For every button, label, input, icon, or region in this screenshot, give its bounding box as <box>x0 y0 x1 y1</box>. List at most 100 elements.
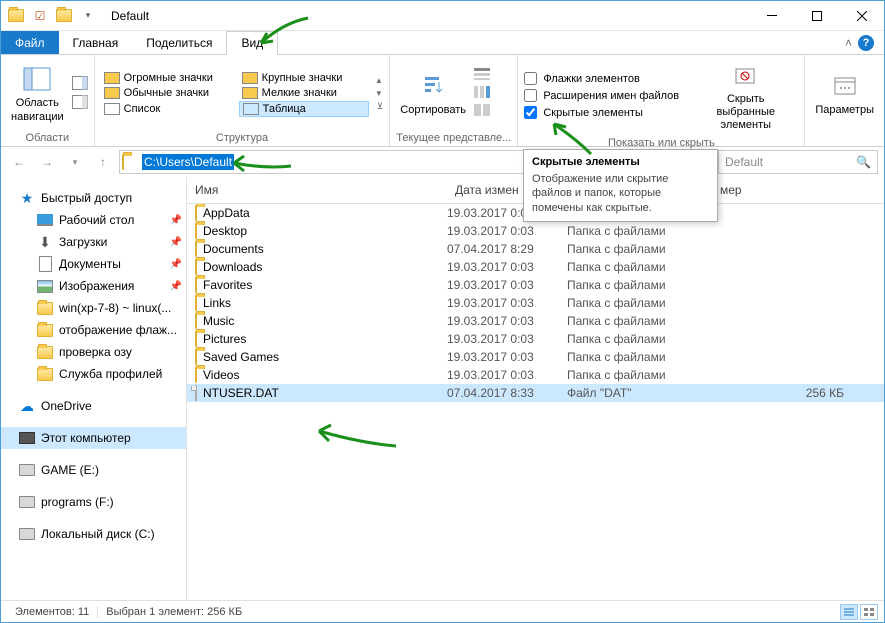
group-by-icon[interactable] <box>474 68 490 83</box>
layout-normal-icons[interactable]: Обычные значки <box>101 86 231 100</box>
tab-home[interactable]: Главная <box>59 31 133 54</box>
file-row[interactable]: Documents07.04.2017 8:29Папка с файлами <box>187 240 884 258</box>
file-type: Папка с файлами <box>567 242 712 256</box>
sidebar-drive-local[interactable]: Локальный диск (C:) <box>1 523 186 545</box>
file-row[interactable]: Saved Games19.03.2017 0:03Папка с файлам… <box>187 348 884 366</box>
drive-icon <box>19 494 35 510</box>
close-button[interactable] <box>839 1 884 31</box>
sidebar-desktop[interactable]: Рабочий стол📌 <box>1 209 186 231</box>
drive-icon <box>19 526 35 542</box>
file-row[interactable]: Links19.03.2017 0:03Папка с файлами <box>187 294 884 312</box>
ribbon-group-current-view: Сортировать Текущее представле... <box>390 55 518 146</box>
folder-icon <box>195 314 197 328</box>
folder-icon <box>37 366 53 382</box>
checkbox-extensions[interactable] <box>524 89 537 102</box>
sidebar-folder-ram[interactable]: проверка озу <box>1 341 186 363</box>
tab-file[interactable]: Файл <box>1 31 59 54</box>
navigation-pane-button[interactable]: Область навигации <box>7 61 68 125</box>
view-details-icon[interactable] <box>840 604 858 620</box>
titlebar: ☑ ▾ Default <box>1 1 884 31</box>
back-button[interactable]: ← <box>7 150 31 174</box>
options-button[interactable]: Параметры <box>811 68 878 119</box>
minimize-button[interactable] <box>749 1 794 31</box>
hide-selected-label: Скрыть выбранные элементы <box>697 93 794 133</box>
folder-icon <box>195 368 197 382</box>
search-placeholder: Default <box>725 155 856 169</box>
sidebar-drive-game[interactable]: GAME (E:) <box>1 459 186 481</box>
file-name: Desktop <box>203 224 247 238</box>
file-date: 19.03.2017 0:03 <box>447 314 567 328</box>
file-name: Downloads <box>203 260 262 274</box>
layout-scroll-down-icon[interactable]: ▾ <box>377 88 384 99</box>
sort-button[interactable]: Сортировать <box>396 68 470 119</box>
folder-icon <box>37 322 53 338</box>
add-columns-icon[interactable] <box>474 86 490 101</box>
sidebar-downloads[interactable]: ⬇Загрузки📌 <box>1 231 186 253</box>
status-item-count: Элементов: 11 <box>7 606 98 618</box>
download-icon: ⬇ <box>37 234 53 250</box>
file-row[interactable]: Downloads19.03.2017 0:03Папка с файлами <box>187 258 884 276</box>
file-name: Music <box>203 314 234 328</box>
details-pane-icon[interactable] <box>72 95 88 112</box>
checkbox-hidden[interactable] <box>524 106 537 119</box>
sidebar-folder-flags[interactable]: отображение флаж... <box>1 319 186 341</box>
search-input[interactable]: Default 🔍 <box>718 150 878 174</box>
column-name[interactable]: Имя <box>187 177 447 203</box>
pin-icon: 📌 <box>170 259 182 270</box>
document-icon <box>37 256 53 272</box>
checkbox-flags[interactable] <box>524 72 537 85</box>
layout-small-icons[interactable]: Мелкие значки <box>239 86 369 100</box>
main-area: ★Быстрый доступ Рабочий стол📌 ⬇Загрузки📌… <box>1 177 884 600</box>
file-list[interactable]: AppData19.03.2017 0:03Папка с файламиDes… <box>187 204 884 600</box>
file-row[interactable]: Favorites19.03.2017 0:03Папка с файлами <box>187 276 884 294</box>
help-icon[interactable]: ? <box>858 35 874 51</box>
sidebar-quick-access[interactable]: ★Быстрый доступ <box>1 187 186 209</box>
folder-icon <box>122 155 138 169</box>
hide-selected-button[interactable]: Скрыть выбранные элементы <box>693 57 798 135</box>
file-type: Папка с файлами <box>567 296 712 310</box>
maximize-button[interactable] <box>794 1 839 31</box>
size-columns-icon[interactable] <box>474 104 490 119</box>
collapse-ribbon-icon[interactable]: ˄ <box>845 36 852 50</box>
ribbon-group-options: Параметры <box>805 55 884 146</box>
up-button[interactable]: ↑ <box>91 150 115 174</box>
navigation-pane-label: Область навигации <box>11 97 64 123</box>
sidebar-this-pc[interactable]: Этот компьютер <box>1 427 186 449</box>
file-date: 19.03.2017 0:03 <box>447 296 567 310</box>
sidebar-pictures[interactable]: Изображения📌 <box>1 275 186 297</box>
file-row[interactable]: Music19.03.2017 0:03Папка с файлами <box>187 312 884 330</box>
qat-dropdown-icon[interactable]: ▾ <box>77 5 99 27</box>
recent-dropdown-icon[interactable]: ▾ <box>63 150 87 174</box>
file-row[interactable]: Pictures19.03.2017 0:03Папка с файлами <box>187 330 884 348</box>
address-path: C:\Users\Default <box>142 154 234 170</box>
tab-share[interactable]: Поделиться <box>132 31 226 54</box>
forward-button[interactable]: → <box>35 150 59 174</box>
qat-properties-icon[interactable]: ☑ <box>29 5 51 27</box>
column-size[interactable]: мер <box>712 177 884 203</box>
checkbox-item-hidden[interactable]: Скрытые элементы <box>524 106 679 119</box>
layout-table[interactable]: Таблица <box>239 101 369 117</box>
sidebar-onedrive[interactable]: ☁OneDrive <box>1 395 186 417</box>
layout-large-icons[interactable]: Крупные значки <box>239 71 369 85</box>
tab-view[interactable]: Вид <box>226 31 278 55</box>
pin-icon: 📌 <box>170 215 182 226</box>
preview-pane-icon[interactable] <box>72 76 88 93</box>
sidebar-folder-profiles[interactable]: Служба профилей <box>1 363 186 385</box>
file-row[interactable]: NTUSER.DAT07.04.2017 8:33Файл "DAT"256 К… <box>187 384 884 402</box>
file-row[interactable]: Videos19.03.2017 0:03Папка с файлами <box>187 366 884 384</box>
view-thumbnails-icon[interactable] <box>860 604 878 620</box>
pc-icon <box>19 430 35 446</box>
file-row[interactable]: Desktop19.03.2017 0:03Папка с файлами <box>187 222 884 240</box>
layout-huge-icons[interactable]: Огромные значки <box>101 71 231 85</box>
file-list-panel: Имя Дата измен мер AppData19.03.2017 0:0… <box>187 177 884 600</box>
sidebar-documents[interactable]: Документы📌 <box>1 253 186 275</box>
layout-list[interactable]: Список <box>101 101 231 117</box>
sidebar-folder-winxp[interactable]: win(xp-7-8) ~ linux(... <box>1 297 186 319</box>
checkbox-item-extensions[interactable]: Расширения имен файлов <box>524 89 679 102</box>
sidebar-drive-programs[interactable]: programs (F:) <box>1 491 186 513</box>
ribbon-tabs: Файл Главная Поделиться Вид ˄ ? <box>1 31 884 55</box>
layout-more-icon[interactable]: ⊻ <box>377 101 384 112</box>
layout-scroll-up-icon[interactable]: ▴ <box>377 75 384 86</box>
checkbox-item-flags[interactable]: Флажки элементов <box>524 72 679 85</box>
star-icon: ★ <box>19 190 35 206</box>
